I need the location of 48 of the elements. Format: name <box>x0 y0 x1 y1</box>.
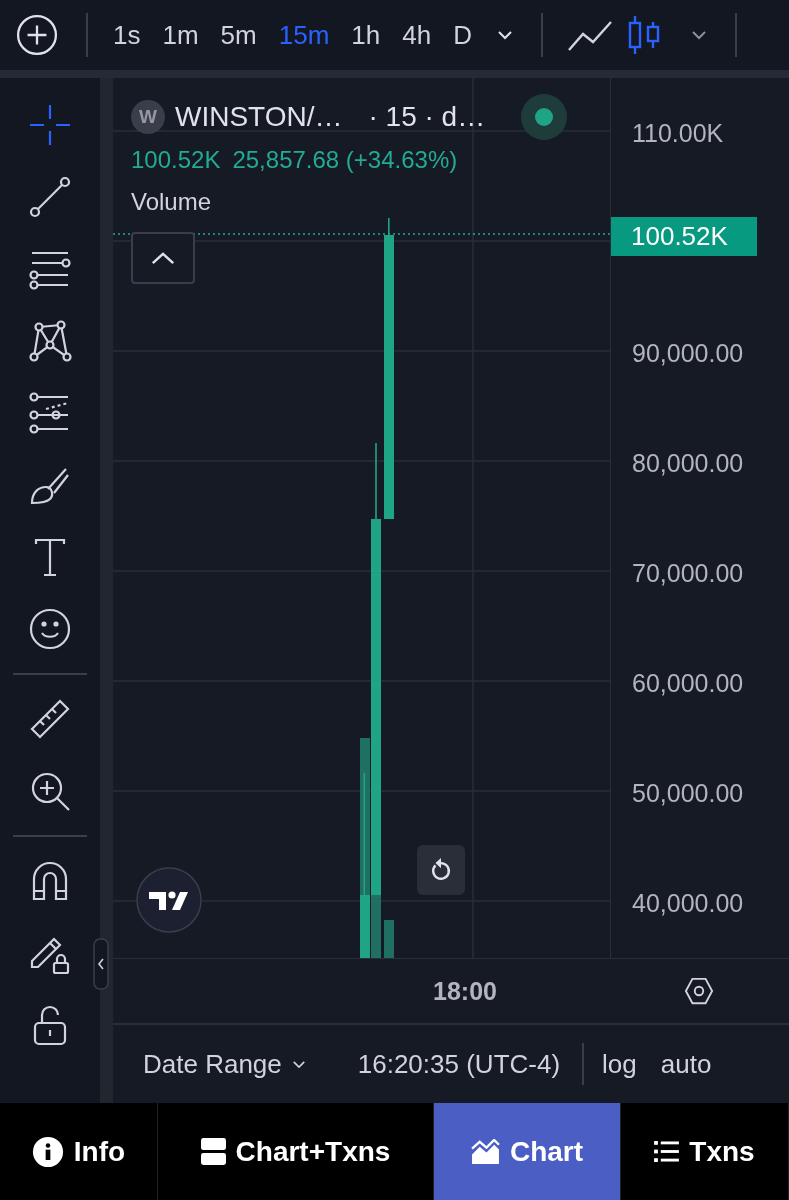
date-range-dropdown[interactable]: Date Range <box>143 1048 306 1080</box>
timeframe-tab[interactable]: 5m <box>209 19 268 51</box>
price-axis-label: 50,000.00 <box>632 778 744 808</box>
price-axis-label: 110.00K <box>632 118 724 148</box>
bottom-tab[interactable]: Info <box>0 1103 158 1200</box>
bottom-tab[interactable]: Chart <box>434 1103 621 1200</box>
last-price-tag: 100.52K <box>611 216 757 256</box>
price-axis-label: 80,000.00 <box>632 448 744 478</box>
token-avatar: W <box>131 100 165 134</box>
timeframe-tab[interactable]: D <box>442 19 483 51</box>
info-icon <box>31 1135 64 1168</box>
price-value: 100.52K <box>131 146 221 174</box>
timeframe-tab[interactable]: 1h <box>340 19 392 51</box>
price-axis-label: 60,000.00 <box>632 668 744 698</box>
timezone-clock[interactable]: 16:20:35 (UTC-4) <box>357 1048 561 1080</box>
price-axis-label: 90,000.00 <box>632 338 744 368</box>
chevron-up-icon <box>150 250 176 266</box>
logo-icon[interactable] <box>136 867 202 933</box>
price-change: 25,857.68 (+34.63%) <box>232 146 458 174</box>
scale-option-button[interactable]: auto <box>660 1048 712 1080</box>
split-view-icon <box>200 1138 226 1165</box>
symbol-title[interactable]: WINSTON/… <box>175 101 343 133</box>
trend-line-icon[interactable] <box>28 175 72 219</box>
scale-option-button[interactable]: log <box>602 1048 637 1080</box>
reset-button[interactable] <box>417 845 465 895</box>
collapse-handle-icon[interactable] <box>93 938 109 990</box>
reset-icon <box>429 858 453 882</box>
time-axis-label: 18:00 <box>433 976 497 1006</box>
volume-label[interactable]: Volume <box>131 188 212 216</box>
list-icon <box>654 1141 680 1162</box>
area-chart-icon <box>470 1139 500 1164</box>
crosshair-icon[interactable] <box>28 103 72 147</box>
bottom-tab[interactable]: Txns <box>621 1103 789 1200</box>
expand-button[interactable] <box>131 232 195 284</box>
settings-icon[interactable] <box>684 976 714 1006</box>
ruler-icon[interactable] <box>28 697 72 741</box>
price-axis-label: 70,000.00 <box>632 558 744 588</box>
timeframe-tab[interactable]: 1m <box>151 19 210 51</box>
pattern-icon[interactable] <box>28 319 72 363</box>
timeframe-tab[interactable]: 4h <box>391 19 443 51</box>
price-axis-label: 40,000.00 <box>632 888 744 918</box>
timeframe-tab[interactable]: 1s <box>102 19 152 51</box>
chevron-down-icon <box>291 1059 306 1069</box>
timeframe-tab[interactable]: 15m <box>267 19 341 51</box>
add-icon[interactable] <box>16 14 58 56</box>
interval-label: · 15 · d… <box>368 101 486 133</box>
smiley-icon[interactable] <box>28 607 72 651</box>
chevron-down-icon[interactable] <box>690 30 707 40</box>
